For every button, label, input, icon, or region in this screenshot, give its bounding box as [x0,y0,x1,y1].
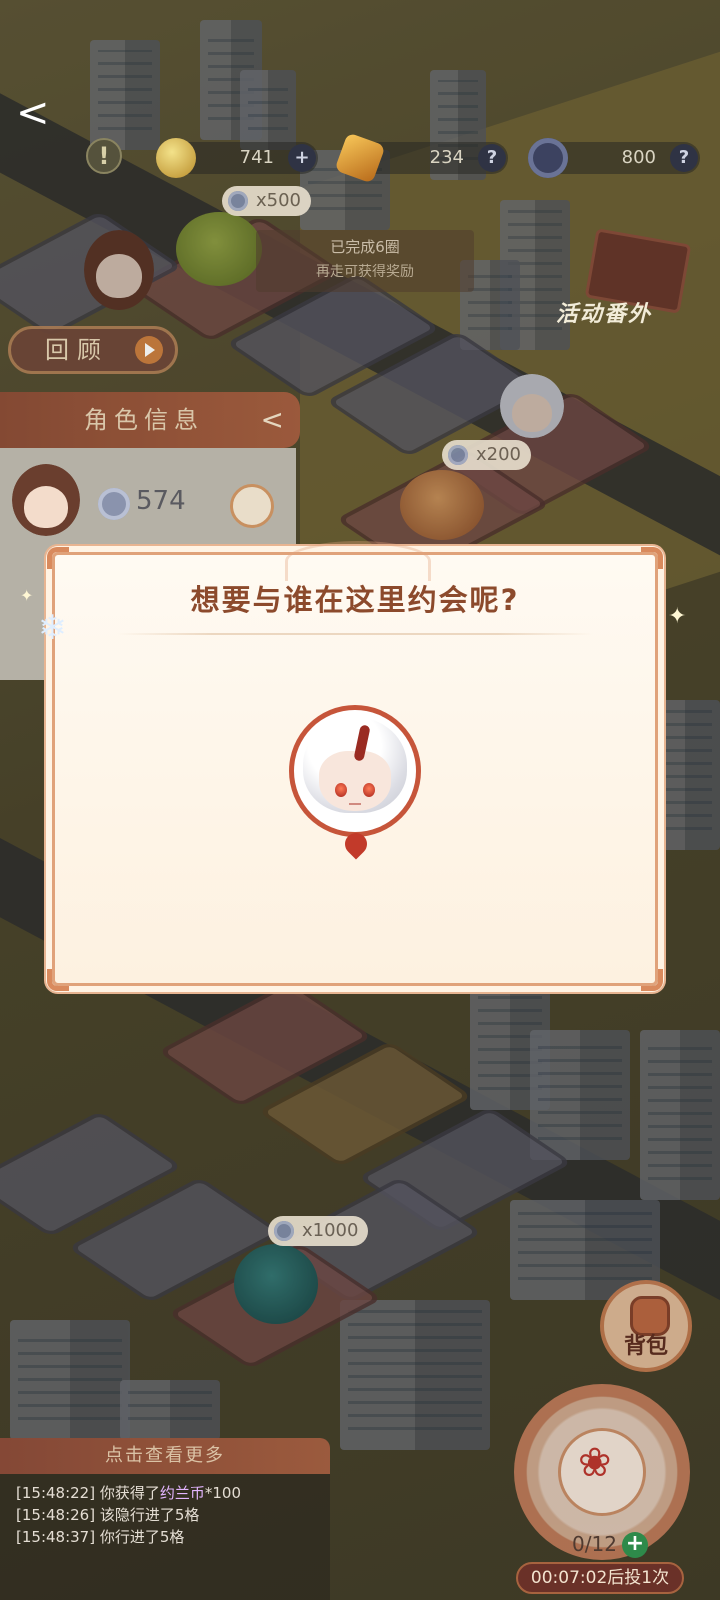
add-dice-icon[interactable]: + [622,1532,648,1558]
snowflake-icon: ❄ [38,608,67,648]
event-log-panel[interactable]: 点击查看更多 [15:48:22] 你获得了约兰币*100 [15:48:26]… [0,1438,330,1600]
tile-cost-tag: x500 [222,186,312,216]
dialog-title: 想要与谁在这里约会呢? [190,583,520,617]
energy-icon [528,138,568,178]
coin-icon [156,138,196,178]
sparkle-icon: ✦ [20,586,34,605]
sparkle-icon: ✦ [668,604,687,629]
backpack-button[interactable]: 背包 [600,1280,692,1372]
character-info-header[interactable]: 角色信息 < [0,392,300,448]
character-avatar[interactable] [12,464,80,536]
coin-resource: 741 + [156,138,318,178]
review-label: 回顾 [45,336,109,364]
divider [117,633,593,635]
white-hair-character-avatar[interactable] [289,705,421,860]
dice-count: 0/12 [572,1532,617,1556]
character-coin-count: 574 [98,486,186,520]
corner-decor [47,547,69,569]
warning-icon[interactable]: ! [86,138,122,174]
corner-decor [641,969,663,991]
corner-decor [641,547,663,569]
plus-icon[interactable]: + [288,144,316,172]
review-button[interactable]: 回顾 [8,326,178,374]
lap-reward-text: 再走可获得奖励 [316,264,414,280]
back-arrow-icon: < [16,90,50,136]
top-ornament [285,541,431,581]
date-partner-dialog: 想要与谁在这里约会呢? [47,541,663,991]
character-gift-icon[interactable] [230,484,274,528]
lap-progress-box[interactable]: 已完成6圈 再走可获得奖励 [256,230,474,292]
log-entry: [15:48:26] 该隐行进了5格 [16,1506,200,1524]
energy-resource: 800 ? [528,138,700,178]
play-icon [135,336,163,364]
help-icon[interactable]: ? [478,144,506,172]
dice-refill-timer: 00:07:02后投1次 [516,1562,684,1594]
help-icon[interactable]: ? [670,144,698,172]
tile-cost-tag: x200 [442,440,532,470]
event-extra-label[interactable]: 活动番外 [556,296,652,328]
crystal-resource: 234 ? [334,132,508,184]
backpack-label: 背包 [623,1334,668,1359]
lap-progress-text: 已完成6圈 [330,238,400,256]
back-button[interactable]: < [16,88,72,138]
tile-cost-tag: x1000 [268,1216,369,1246]
corner-decor [47,969,69,991]
collapse-chevron-icon[interactable]: < [261,392,284,448]
flower-icon: ❀ [578,1440,612,1486]
character-info-title: 角色信息 [84,406,204,434]
log-entry: [15:48:37] 你行进了5格 [16,1528,185,1546]
log-header[interactable]: 点击查看更多 [0,1438,330,1474]
log-entry: [15:48:22] 你获得了约兰币*100 [16,1484,242,1502]
